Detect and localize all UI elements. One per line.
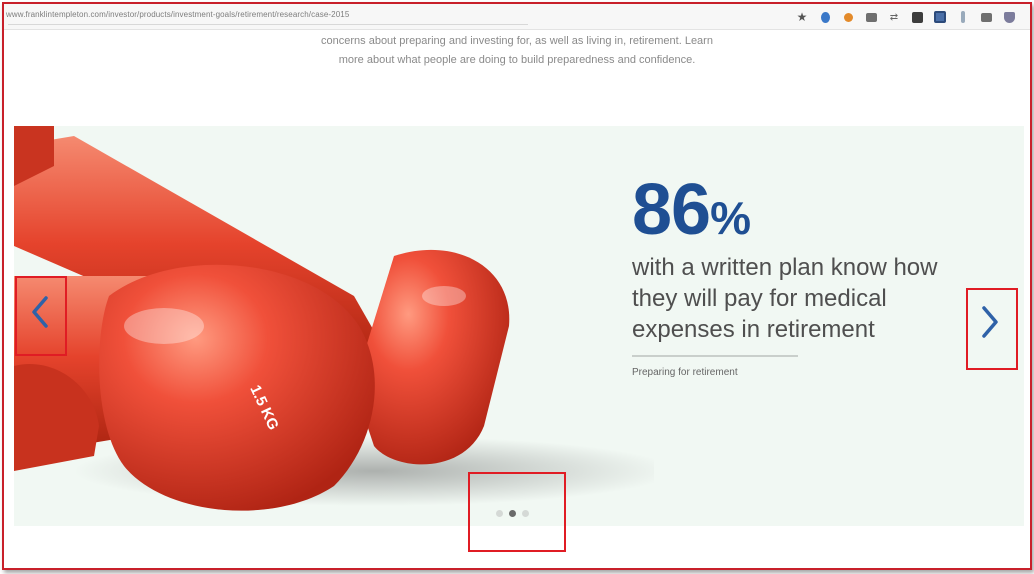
stat-description-line-1: with a written plan know how [632,254,938,281]
address-bar-url[interactable]: www.franklintempleton.com/investor/produ… [6,10,349,19]
highlight-box-previous-arrow [15,276,67,356]
stat-number: 86 [632,170,711,250]
extension-arrows-icon[interactable]: ⇄ [887,10,901,24]
browser-toolbar: www.franklintempleton.com/investor/produ… [4,4,1030,30]
stat-source[interactable]: Preparing for retirement [632,367,738,378]
intro-paragraph: concerns about preparing and investing f… [4,32,1030,70]
extension-blue-icon[interactable] [818,10,832,24]
stat-percentage: 86% [632,174,751,254]
extension-light-icon[interactable] [956,10,970,24]
stat-description-line-2: they will pay for medical [632,285,887,312]
highlight-box-pagination [468,472,566,552]
dumbbells-image: 1.5 KG [14,126,654,511]
intro-line-1: concerns about preparing and investing f… [321,35,713,47]
intro-line-2: more about what people are doing to buil… [338,54,696,66]
extension-doc-icon[interactable] [933,10,947,24]
shield-icon[interactable] [1002,10,1016,24]
extension-box-icon[interactable] [979,10,993,24]
stat-percent-sign: % [710,192,751,244]
highlight-box-next-arrow [966,288,1018,370]
stats-carousel: 1.5 KG 86% with a written plan know how … [14,126,1024,526]
extension-gray-icon[interactable] [864,10,878,24]
stat-divider [632,355,798,357]
extension-orange-icon[interactable] [841,10,855,24]
stat-description-line-3: expenses in retirement [632,316,875,343]
extension-icons: ★ ⇄ [795,9,1016,25]
star-icon[interactable]: ★ [795,10,809,24]
address-bar-underline [8,24,528,25]
stat-description: with a written plan know how they will p… [632,252,1012,345]
extension-dark-icon[interactable] [910,10,924,24]
